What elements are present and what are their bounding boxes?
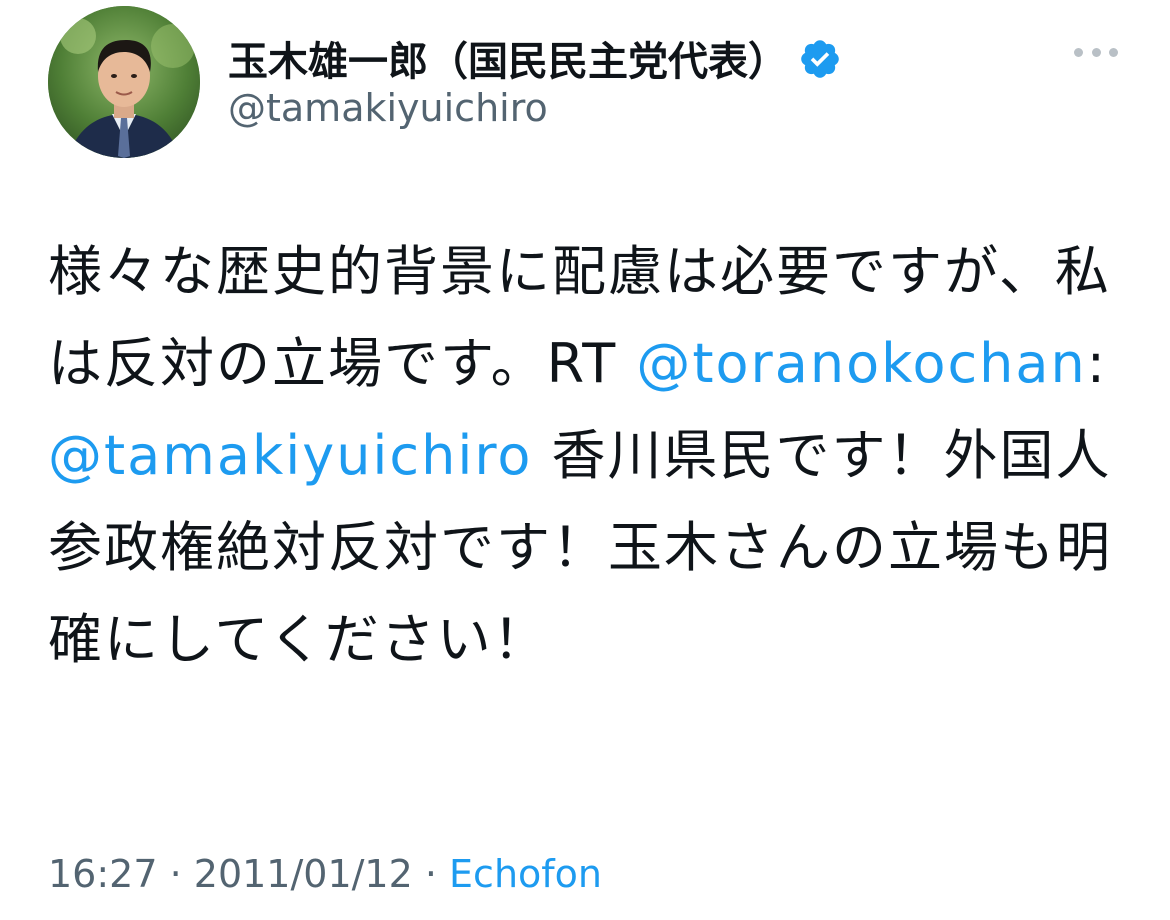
more-options-icon[interactable] — [1074, 40, 1118, 64]
avatar[interactable] — [48, 6, 200, 158]
author-handle[interactable]: @tamakiyuichiro — [228, 86, 548, 130]
meta-separator: · — [157, 852, 194, 896]
tweet-text: 様々な歴史的背景に配慮は必要ですが、私は反対の立場です。RT @toranoko… — [48, 226, 1128, 686]
author-name-row[interactable]: 玉木雄一郎（国民民主党代表） — [228, 30, 842, 86]
mention-link[interactable]: @tamakiyuichiro — [48, 424, 532, 487]
tweet-date[interactable]: 2011/01/12 — [194, 852, 413, 896]
mention-link[interactable]: @toranokochan — [636, 332, 1086, 395]
meta-separator: · — [412, 852, 450, 896]
tweet-source-link[interactable]: Echofon — [449, 852, 602, 896]
tweet-meta: 16:27 · 2011/01/12 · Echofon — [48, 852, 602, 896]
tweet-text-part: : — [1086, 332, 1107, 395]
avatar-photo — [48, 6, 200, 158]
more-dot — [1091, 47, 1101, 57]
more-dot — [1074, 47, 1083, 57]
more-dot — [1109, 47, 1118, 57]
tweet-card: 玉木雄一郎（国民民主党代表） @tamakiyuichiro 様々な歴史的背景に… — [0, 0, 1170, 920]
verified-badge-icon — [801, 40, 839, 78]
display-name[interactable]: 玉木雄一郎（国民民主党代表） — [228, 29, 788, 87]
tweet-time[interactable]: 16:27 — [48, 852, 158, 896]
